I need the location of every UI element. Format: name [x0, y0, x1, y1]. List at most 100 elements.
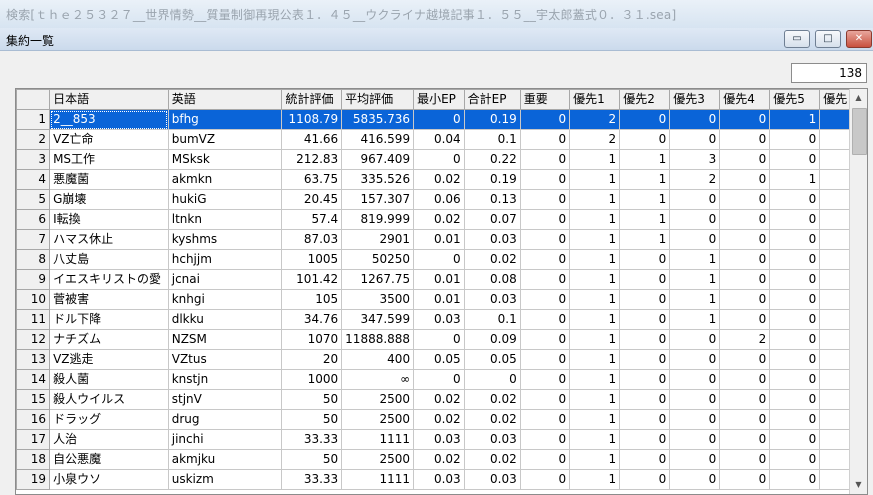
table-cell[interactable]: 1 [569, 349, 621, 370]
table-row[interactable]: 14 殺人菌 knstjn 1000 ∞ 0 0 0 1 0 0 0 0 [16, 369, 867, 390]
table-cell[interactable]: 0 [519, 169, 571, 190]
table-cell[interactable]: 0 [619, 389, 671, 410]
column-header[interactable]: 最小EP [413, 89, 465, 110]
table-cell[interactable]: 0 [769, 349, 821, 370]
table-cell[interactable]: 0 [519, 149, 571, 170]
table-cell[interactable]: 1070 [281, 329, 343, 350]
table-cell[interactable]: 1 [569, 329, 621, 350]
table-cell[interactable]: 0.03 [463, 469, 521, 490]
table-cell[interactable]: 0 [769, 369, 821, 390]
table-cell[interactable]: 1005 [281, 249, 343, 270]
table-cell[interactable]: 0 [413, 249, 465, 270]
row-number[interactable]: 14 [16, 369, 51, 390]
maximize-button[interactable]: □ [815, 30, 841, 48]
table-cell[interactable]: 殺人菌 [49, 369, 169, 390]
table-cell[interactable]: 0 [769, 289, 821, 310]
table-cell[interactable]: 0.01 [413, 289, 465, 310]
row-number[interactable]: 9 [16, 269, 51, 290]
table-cell[interactable]: 0 [619, 309, 671, 330]
table-cell[interactable]: 0 [619, 129, 671, 150]
table-cell[interactable]: 1267.75 [341, 269, 415, 290]
table-cell[interactable]: 0 [719, 449, 771, 470]
row-number[interactable]: 19 [16, 469, 51, 490]
column-header[interactable]: 合計EP [463, 89, 521, 110]
table-cell[interactable]: 0 [719, 169, 771, 190]
table-cell[interactable]: 0.05 [413, 349, 465, 370]
column-header[interactable]: 平均評価 [341, 89, 415, 110]
table-cell[interactable]: 0 [413, 149, 465, 170]
table-cell[interactable]: NZSM [167, 329, 283, 350]
table-cell[interactable]: 2500 [341, 389, 415, 410]
table-row[interactable]: 3 MS工作 MSksk 212.83 967.409 0 0.22 0 1 1 3 0 0 [16, 149, 867, 170]
table-cell[interactable]: 57.4 [281, 209, 343, 230]
table-cell[interactable]: 20.45 [281, 189, 343, 210]
table-cell[interactable]: 八丈島 [49, 249, 169, 270]
table-cell[interactable]: 0 [519, 469, 571, 490]
table-cell[interactable]: 416.599 [341, 129, 415, 150]
table-cell[interactable]: 1 [669, 289, 721, 310]
table-cell[interactable]: 0.09 [463, 329, 521, 350]
table-cell[interactable]: 0 [769, 189, 821, 210]
table-cell[interactable]: 0 [669, 329, 721, 350]
table-cell[interactable]: 0 [669, 229, 721, 250]
scroll-down-icon[interactable]: ▼ [851, 477, 866, 493]
child-window-titlebar[interactable]: 集約一覧 ▭ □ ✕ [0, 28, 873, 51]
table-cell[interactable]: 2 [569, 129, 621, 150]
table-cell[interactable]: 1 [569, 209, 621, 230]
table-cell[interactable]: 0 [619, 329, 671, 350]
column-header[interactable]: 優先5 [769, 89, 821, 110]
table-cell[interactable]: 0.03 [463, 229, 521, 250]
table-cell[interactable]: 2500 [341, 449, 415, 470]
minimize-button[interactable]: ▭ [784, 30, 810, 48]
table-cell[interactable]: 1 [569, 389, 621, 410]
table-cell[interactable]: 819.999 [341, 209, 415, 230]
table-cell[interactable]: 0 [619, 369, 671, 390]
table-cell[interactable]: 0.01 [413, 269, 465, 290]
table-cell[interactable]: ∞ [341, 369, 415, 390]
table-cell[interactable]: VZtus [167, 349, 283, 370]
table-cell[interactable]: 50 [281, 389, 343, 410]
table-cell[interactable]: 0 [519, 309, 571, 330]
table-cell[interactable]: 2500 [341, 409, 415, 430]
record-count-field[interactable]: 138 [791, 63, 867, 83]
table-row[interactable]: 1 2__853 bfhg 1108.79 5835.736 0 0.19 0 2 0 0 0 1 [16, 109, 867, 130]
table-cell[interactable]: 41.66 [281, 129, 343, 150]
table-cell[interactable]: 自公悪魔 [49, 449, 169, 470]
table-cell[interactable]: 3500 [341, 289, 415, 310]
table-cell[interactable]: 人治 [49, 429, 169, 450]
row-number[interactable]: 12 [16, 329, 51, 350]
table-cell[interactable]: 0 [719, 369, 771, 390]
table-cell[interactable]: 50250 [341, 249, 415, 270]
table-cell[interactable]: 0.02 [463, 409, 521, 430]
table-cell[interactable]: 0 [769, 229, 821, 250]
column-header[interactable]: 日本語 [49, 89, 169, 110]
table-cell[interactable]: 0.02 [413, 409, 465, 430]
table-row[interactable]: 4 悪魔菌 akmkn 63.75 335.526 0.02 0.19 0 1 1 2 0 1 [16, 169, 867, 190]
table-cell[interactable]: 0.03 [463, 289, 521, 310]
table-cell[interactable]: 0 [719, 149, 771, 170]
table-cell[interactable]: 悪魔菌 [49, 169, 169, 190]
table-cell[interactable]: 1 [619, 169, 671, 190]
table-cell[interactable]: 967.409 [341, 149, 415, 170]
table-cell[interactable]: 1000 [281, 369, 343, 390]
table-cell[interactable]: 0.22 [463, 149, 521, 170]
table-cell[interactable]: jinchi [167, 429, 283, 450]
table-cell[interactable]: 0 [669, 109, 721, 130]
table-cell[interactable]: 0 [519, 249, 571, 270]
table-cell[interactable]: 1 [569, 169, 621, 190]
table-cell[interactable]: 0 [719, 109, 771, 130]
table-cell[interactable]: 2901 [341, 229, 415, 250]
table-cell[interactable]: 3 [669, 149, 721, 170]
table-cell[interactable]: 1 [669, 269, 721, 290]
table-cell[interactable]: 2__853 [49, 109, 169, 130]
table-cell[interactable]: 33.33 [281, 469, 343, 490]
table-cell[interactable]: 0.02 [463, 389, 521, 410]
table-cell[interactable]: 0 [519, 189, 571, 210]
table-cell[interactable]: 0 [519, 129, 571, 150]
table-cell[interactable]: 1111 [341, 469, 415, 490]
row-number[interactable]: 16 [16, 409, 51, 430]
table-cell[interactable]: 0 [719, 429, 771, 450]
table-cell[interactable]: イエスキリストの愛 [49, 269, 169, 290]
table-cell[interactable]: 0 [769, 269, 821, 290]
row-number[interactable]: 15 [16, 389, 51, 410]
